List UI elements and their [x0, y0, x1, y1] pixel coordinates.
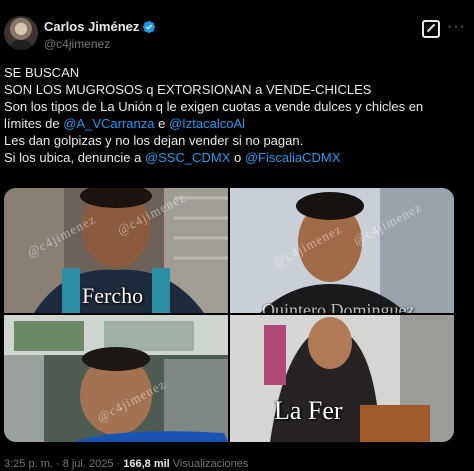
photo-3-image: [4, 315, 228, 442]
tweet-meta: 3:25 p. m. · 8 jul. 2025 · 166,8 mil Vis…: [4, 458, 248, 470]
tweet-text-segment: e: [154, 116, 169, 131]
photo-2-caption: Quintero Dominguez: [262, 300, 415, 313]
author-handle[interactable]: @c4jimenez: [44, 37, 110, 51]
tweet-text-line: Les dan golpizas y no los dejan vender s…: [4, 132, 472, 149]
tweet-text-segment: Son los tipos de La Unión q le exigen cu…: [4, 99, 424, 114]
tweet-text-line: Son los tipos de La Unión q le exigen cu…: [4, 98, 472, 115]
photo-1[interactable]: @c4jimenez @c4jimenez Fercho: [4, 188, 228, 313]
more-options-icon[interactable]: ···: [447, 18, 466, 36]
mention-link[interactable]: @A_VCarranza: [63, 116, 154, 131]
author-name-row: Carlos Jiménez: [44, 19, 156, 34]
tweet-text-segment: Les dan golpizas y no los dejan vender s…: [4, 133, 304, 148]
photo-3[interactable]: @c4jimenez: [4, 315, 228, 442]
photo-1-caption: Fercho: [82, 283, 144, 308]
mention-link[interactable]: @IztacalcoAl: [169, 116, 245, 131]
avatar[interactable]: [4, 16, 38, 50]
tweet-text-line: límites de @A_VCarranza e @IztacalcoAl: [4, 115, 472, 132]
views-label: Visualizaciones: [169, 458, 249, 470]
photo-2[interactable]: @c4jimenez @c4jimenez Quintero Dominguez: [230, 188, 454, 313]
tweet-timestamp[interactable]: 3:25 p. m. · 8 jul. 2025 ·: [4, 458, 123, 470]
tweet-text: SE BUSCAN SON LOS MUGROSOS q EXTORSIONAN …: [4, 64, 472, 166]
photo-4[interactable]: La Fer: [230, 315, 454, 442]
tweet-text-segment: SE BUSCAN: [4, 65, 80, 80]
tweet-text-segment: o: [230, 150, 245, 165]
tweet-text-line: SON LOS MUGROSOS q EXTORSIONAN a VENDE-C…: [4, 81, 472, 98]
view-count: 166,8 mil: [123, 458, 170, 470]
tweet-text-line: SE BUSCAN: [4, 64, 472, 81]
mention-link[interactable]: @FiscaliaCDMX: [245, 150, 341, 165]
grok-icon[interactable]: [422, 20, 440, 38]
tweet-text-segment: Si los ubica, denuncie a: [4, 150, 145, 165]
tweet-text-line: Si los ubica, denuncie a @SSC_CDMX o @Fi…: [4, 149, 472, 166]
tweet-text-segment: límites de: [4, 116, 64, 131]
verified-badge-icon: [143, 20, 156, 33]
mention-link[interactable]: @SSC_CDMX: [145, 150, 230, 165]
photo-grid: @c4jimenez @c4jimenez Fercho @c4jimenez …: [4, 188, 454, 442]
photo-4-caption: La Fer: [274, 396, 343, 425]
tweet-text-segment: SON LOS MUGROSOS q EXTORSIONAN a VENDE-C…: [4, 82, 372, 97]
author-name[interactable]: Carlos Jiménez: [44, 19, 139, 34]
tweet-header: Carlos Jiménez @c4jimenez ···: [4, 16, 470, 56]
